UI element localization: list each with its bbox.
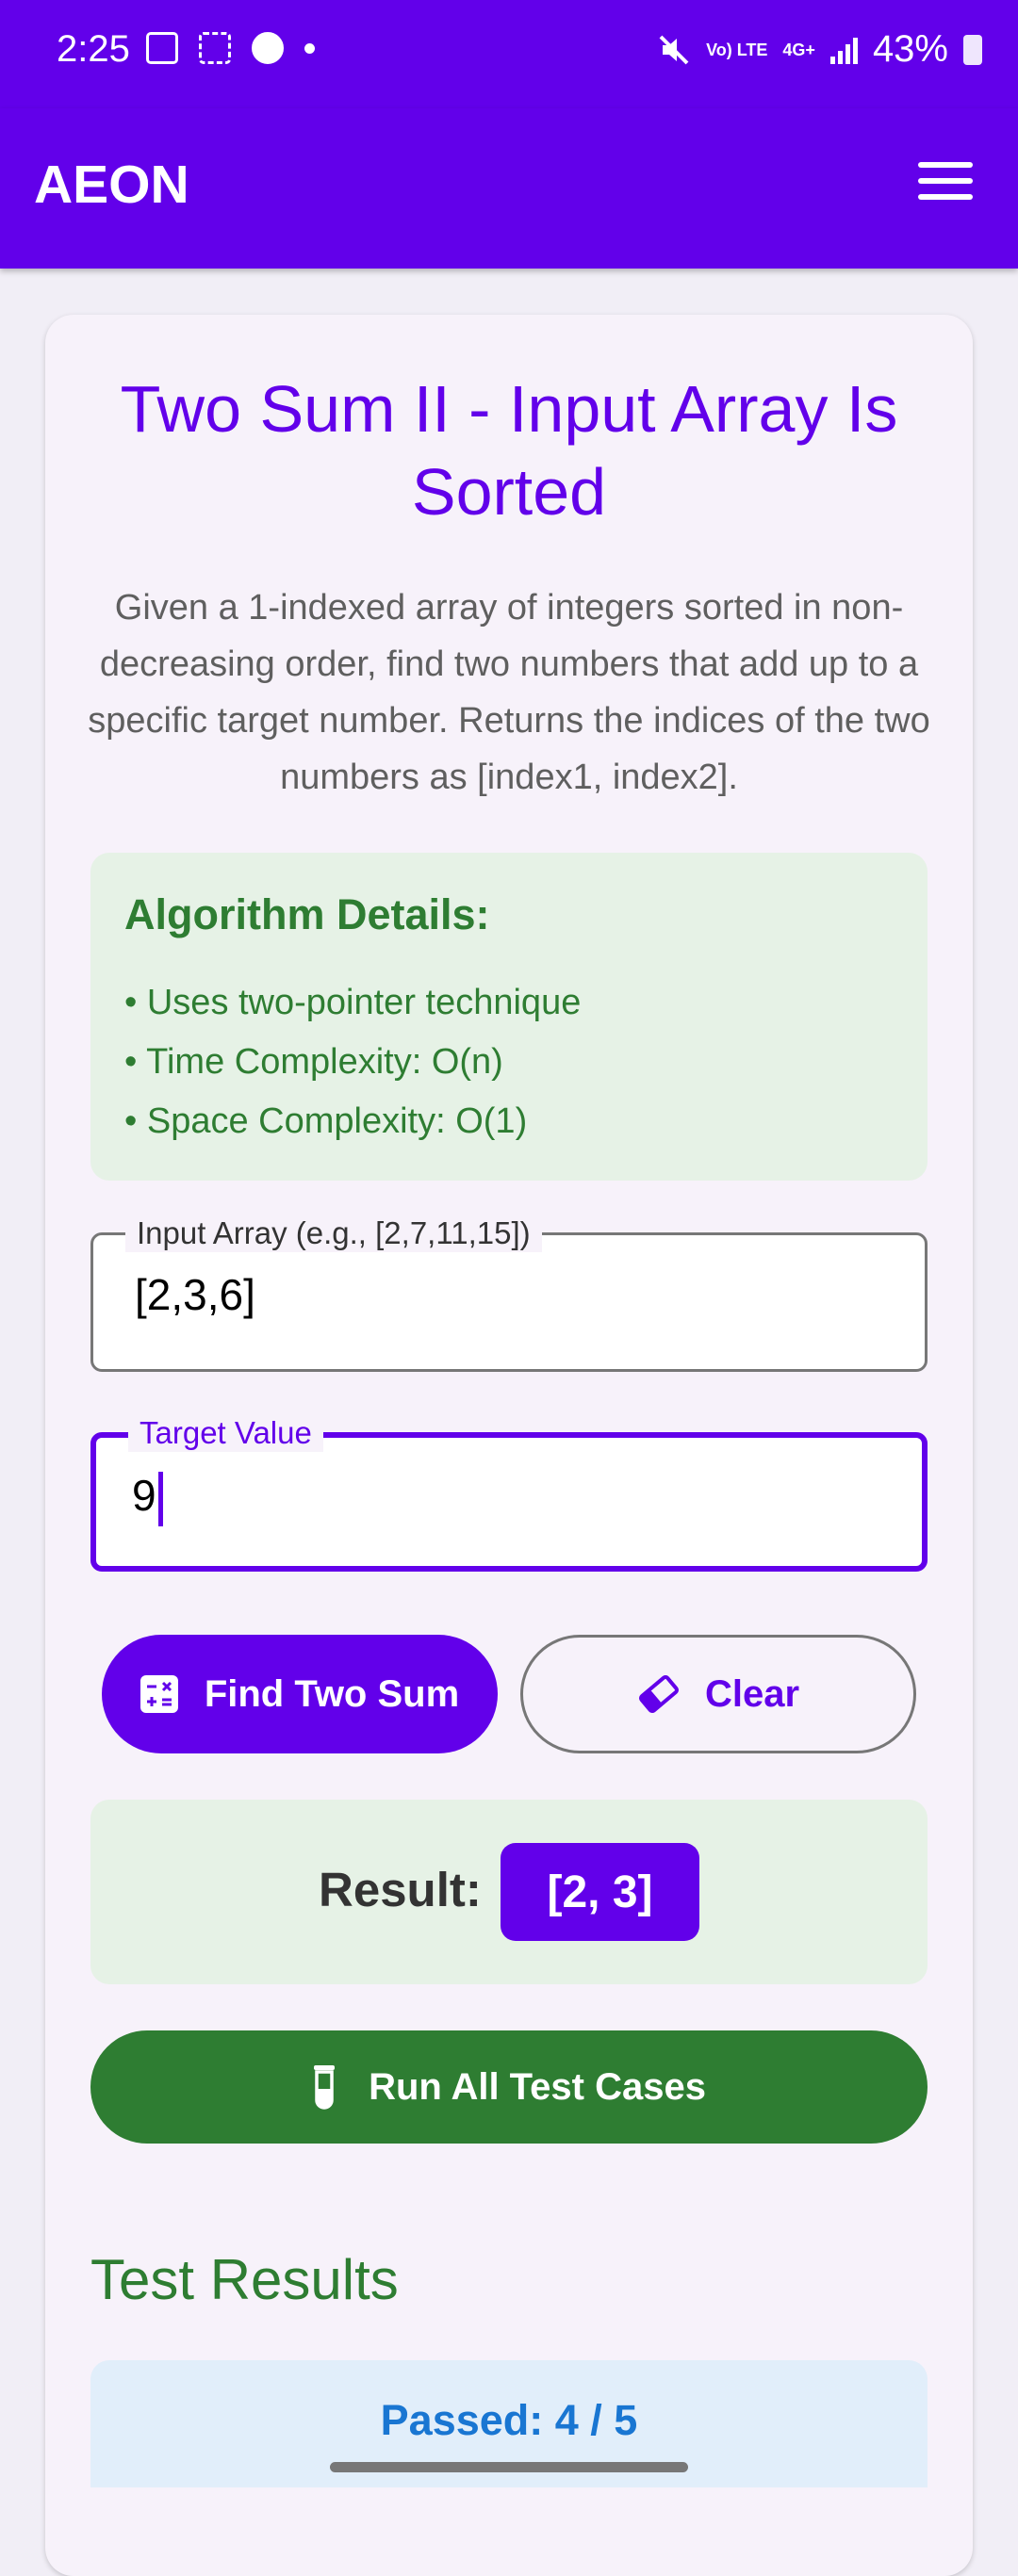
home-indicator[interactable] [330,2462,688,2472]
algorithm-item: • Time Complexity: O(n) [124,1042,503,1082]
network-type-icon: 4G+ [782,40,815,59]
input-array-label: Input Array (e.g., [2,7,11,15]) [125,1215,542,1252]
algorithm-heading: Algorithm Details: [124,890,490,938]
result-box: Result: [2, 3] [90,1800,928,1984]
clear-button[interactable]: Clear [520,1635,916,1753]
algorithm-item: • Uses two-pointer technique [124,983,582,1022]
dot-icon [304,42,315,54]
image-icon [146,32,178,64]
problem-description: Given a 1-indexed array of integers sort… [88,588,930,797]
run-all-test-cases-label: Run All Test Cases [369,2065,706,2108]
signal-icon [829,36,858,64]
target-value-input: 9 [132,1470,163,1526]
find-two-sum-button[interactable]: Find Two Sum [102,1635,498,1753]
mute-icon [659,35,689,64]
algorithm-details-box: Algorithm Details: • Uses two-pointer te… [90,853,928,1181]
volte-icon: Vo) LTE [706,40,768,59]
input-array-value: [2,3,6] [135,1270,255,1319]
app-title: AEON [34,155,189,215]
status-bar: 2:25 Vo) LTE 4G+ 43% [0,0,1018,108]
screenshot-icon [199,32,231,64]
text-caret [157,1471,163,1526]
status-icons-left [146,32,315,64]
find-two-sum-label: Find Two Sum [204,1672,460,1715]
battery-icon [963,34,982,65]
eraser-icon [638,1675,679,1713]
result-value-badge: [2, 3] [501,1843,699,1941]
algorithm-item: • Space Complexity: O(1) [124,1101,528,1141]
algorithm-list: • Uses two-pointer technique • Time Comp… [124,973,581,1151]
result-label: Result: [319,1863,482,1916]
calculator-icon [140,1675,178,1713]
app-badge-icon [252,32,284,64]
status-icons-right: Vo) LTE 4G+ 43% [657,28,982,71]
battery-percent: 43% [872,28,948,70]
page-title: Two Sum II - Input Array Is Sorted [120,372,898,529]
target-value-label: Target Value [128,1414,323,1452]
target-value-field[interactable]: Target Value 9 [90,1414,928,1572]
run-all-test-cases-button[interactable]: Run All Test Cases [90,2030,928,2144]
hamburger-menu-icon[interactable] [918,162,973,200]
app-bar: AEON [0,108,1018,269]
target-value-text: 9 [132,1471,156,1520]
passed-count: Passed: 4 / 5 [380,2396,638,2444]
test-results-heading: Test Results [90,2248,399,2311]
status-time: 2:25 [57,28,130,70]
clear-label: Clear [704,1672,800,1715]
input-array-field[interactable]: Input Array (e.g., [2,7,11,15]) [2,3,6] [90,1215,928,1372]
test-tube-icon [314,2065,336,2110]
